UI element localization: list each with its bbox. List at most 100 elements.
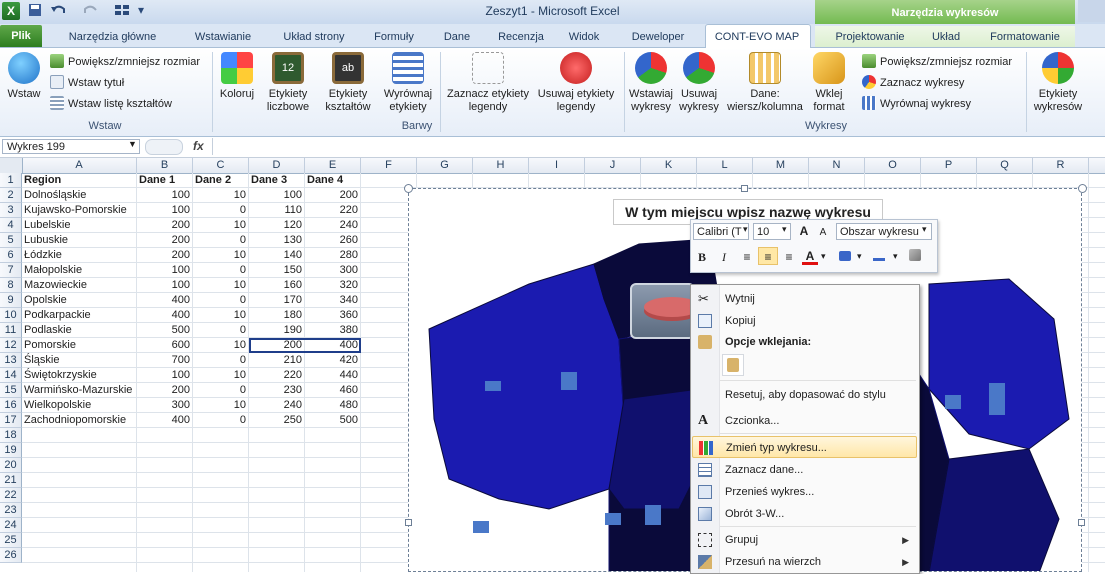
align-right-button[interactable]: ≡: [780, 248, 798, 266]
value-cell[interactable]: 440: [305, 368, 361, 383]
chevron-down-icon[interactable]: ▾: [893, 251, 898, 262]
row-header[interactable]: 14: [0, 368, 22, 383]
column-header[interactable]: N: [809, 158, 865, 173]
name-box[interactable]: Wykres 199: [2, 139, 140, 154]
value-cell[interactable]: 10: [193, 248, 249, 263]
insert-charts-button[interactable]: Wstawiaj wykresy: [626, 52, 676, 114]
value-cell[interactable]: 220: [249, 368, 305, 383]
name-box-dropdown-icon[interactable]: ▼: [128, 139, 137, 149]
row-header[interactable]: 6: [0, 248, 22, 263]
value-cell[interactable]: 180: [249, 308, 305, 323]
tab-chart-design[interactable]: Projektowanie: [818, 27, 922, 47]
value-cell[interactable]: 250: [249, 413, 305, 428]
value-cell[interactable]: 240: [305, 218, 361, 233]
value-cell[interactable]: 10: [193, 218, 249, 233]
region-cell[interactable]: Podlaskie: [24, 323, 136, 338]
region-cell[interactable]: Łódzkie: [24, 248, 136, 263]
value-cell[interactable]: 110: [249, 203, 305, 218]
value-cell[interactable]: 0: [193, 293, 249, 308]
value-cell[interactable]: 10: [193, 308, 249, 323]
row-header[interactable]: 3: [0, 203, 22, 218]
header-cell[interactable]: Dane 3: [251, 173, 304, 188]
region-cell[interactable]: Małopolskie: [24, 263, 136, 278]
resize-charts-button[interactable]: Powiększ/zmniejsz rozmiar: [862, 53, 1012, 71]
row-header[interactable]: 23: [0, 503, 22, 518]
value-cell[interactable]: 130: [249, 233, 305, 248]
colorize-button[interactable]: Koloruj: [216, 52, 258, 101]
value-cell[interactable]: 120: [249, 218, 305, 233]
value-cell[interactable]: 340: [305, 293, 361, 308]
value-cell[interactable]: 0: [193, 203, 249, 218]
tab-developer[interactable]: Deweloper: [617, 27, 699, 47]
value-cell[interactable]: 0: [193, 263, 249, 278]
excel-app-icon[interactable]: X: [2, 2, 20, 20]
value-cell[interactable]: 500: [305, 413, 361, 428]
value-cell[interactable]: 0: [193, 233, 249, 248]
value-cell[interactable]: 10: [193, 188, 249, 203]
resize-handle[interactable]: [1078, 519, 1085, 526]
menu-item-bring-to-front[interactable]: Przesuń na wierzch ▶: [692, 551, 917, 573]
row-header[interactable]: 25: [0, 533, 22, 548]
row-header[interactable]: 12: [0, 338, 22, 353]
tab-home[interactable]: Narzędzia główne: [60, 27, 165, 47]
value-cell[interactable]: 10: [193, 278, 249, 293]
value-cell[interactable]: 100: [137, 368, 193, 383]
header-cell[interactable]: Region: [24, 173, 136, 188]
column-header[interactable]: H: [473, 158, 529, 173]
value-cell[interactable]: 200: [137, 218, 193, 233]
paste-format-button[interactable]: Wklej format: [808, 52, 850, 114]
value-cell[interactable]: 160: [249, 278, 305, 293]
row-header[interactable]: 15: [0, 383, 22, 398]
row-header[interactable]: 26: [0, 548, 22, 563]
region-cell[interactable]: Lubelskie: [24, 218, 136, 233]
value-cell[interactable]: 600: [137, 338, 193, 353]
window-close-button[interactable]: [1078, 0, 1105, 22]
chevron-down-icon[interactable]: ▾: [782, 224, 787, 235]
header-cell[interactable]: Dane 1: [139, 173, 192, 188]
value-cell[interactable]: 360: [305, 308, 361, 323]
formula-input[interactable]: [212, 138, 1105, 155]
row-header[interactable]: 2: [0, 188, 22, 203]
tab-page-layout[interactable]: Układ strony: [273, 27, 355, 47]
value-cell[interactable]: 10: [193, 368, 249, 383]
menu-item-font[interactable]: A Czcionka...: [692, 410, 917, 432]
value-cell[interactable]: 320: [305, 278, 361, 293]
menu-item-group[interactable]: Grupuj ▶: [692, 529, 917, 551]
column-header[interactable]: J: [585, 158, 641, 173]
save-icon[interactable]: [28, 3, 42, 20]
row-header[interactable]: 22: [0, 488, 22, 503]
column-header[interactable]: F: [361, 158, 417, 173]
value-cell[interactable]: 190: [249, 323, 305, 338]
column-header[interactable]: I: [529, 158, 585, 173]
format-painter-button[interactable]: [906, 248, 924, 266]
chevron-down-icon[interactable]: ▾: [922, 224, 927, 235]
chevron-down-icon[interactable]: ▾: [857, 251, 862, 262]
remove-legend-labels-button[interactable]: Usuwaj etykiety legendy: [532, 52, 620, 114]
region-cell[interactable]: Lubuskie: [24, 233, 136, 248]
row-header[interactable]: 13: [0, 353, 22, 368]
value-cell[interactable]: 220: [305, 203, 361, 218]
header-cell[interactable]: Dane 2: [195, 173, 248, 188]
value-cell[interactable]: 500: [137, 323, 193, 338]
region-cell[interactable]: Świętokrzyskie: [24, 368, 136, 383]
row-header[interactable]: 4: [0, 218, 22, 233]
value-cell[interactable]: 0: [193, 353, 249, 368]
menu-item-change-chart-type[interactable]: Zmień typ wykresu...: [692, 436, 917, 458]
value-cell[interactable]: 400: [137, 308, 193, 323]
column-header[interactable]: Q: [977, 158, 1033, 173]
row-header[interactable]: 21: [0, 473, 22, 488]
row-header[interactable]: 16: [0, 398, 22, 413]
tab-file[interactable]: Plik: [0, 25, 42, 47]
column-header[interactable]: C: [193, 158, 249, 173]
region-cell[interactable]: Zachodniopomorskie: [24, 413, 136, 428]
menu-item-copy[interactable]: Kopiuj: [692, 310, 917, 332]
region-cell[interactable]: Kujawsko-Pomorskie: [24, 203, 136, 218]
select-legend-labels-button[interactable]: Zaznacz etykiety legendy: [444, 52, 532, 114]
row-header[interactable]: 5: [0, 233, 22, 248]
insert-shape-list-button[interactable]: Wstaw listę kształtów: [50, 95, 172, 113]
row-header[interactable]: 8: [0, 278, 22, 293]
tab-chart-layout[interactable]: Układ: [922, 27, 970, 47]
value-cell[interactable]: 400: [137, 413, 193, 428]
tab-cont-evo-map[interactable]: CONT-EVO MAP: [705, 27, 809, 47]
region-cell[interactable]: Podkarpackie: [24, 308, 136, 323]
